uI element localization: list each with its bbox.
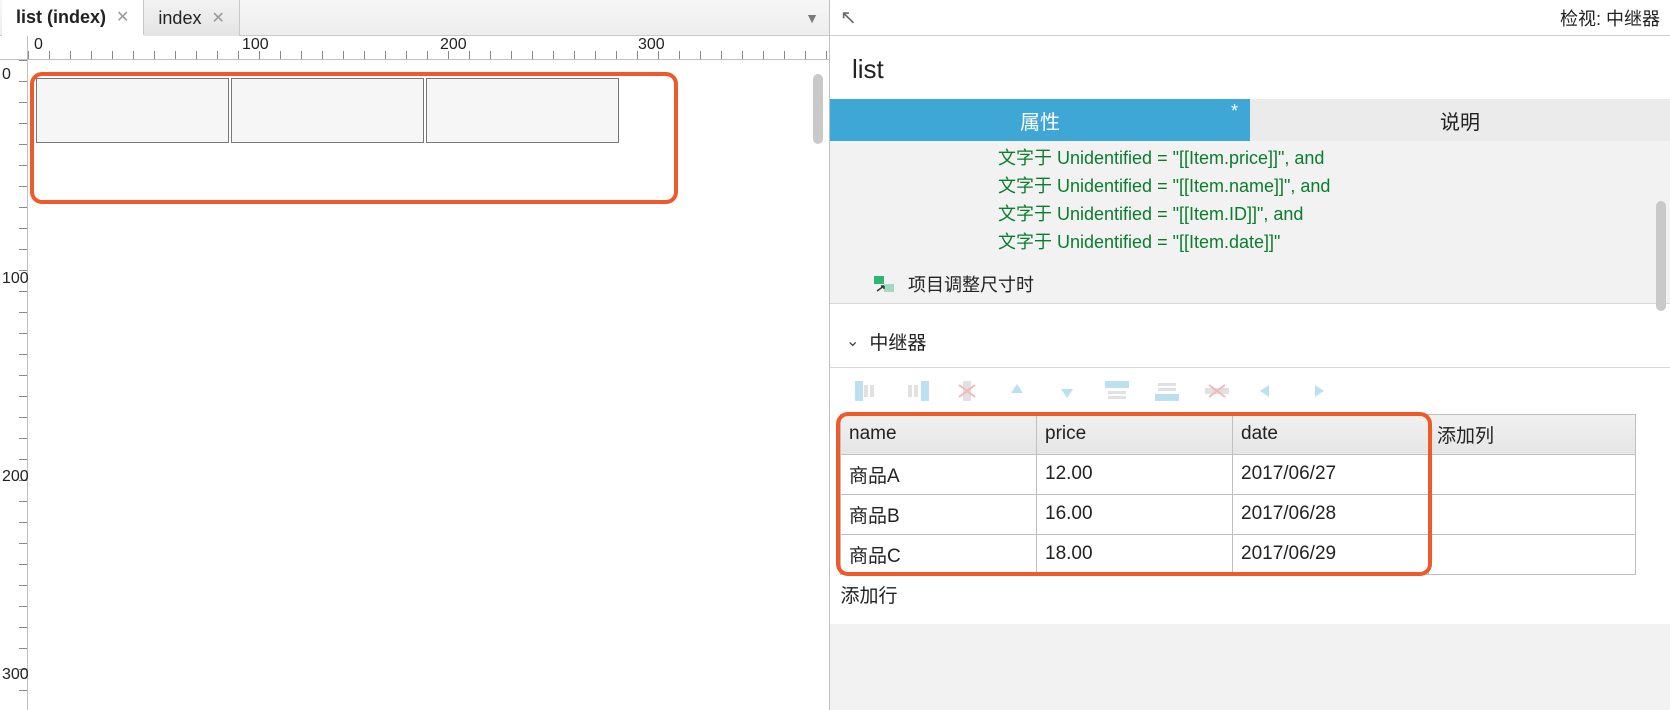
ruler-v-label: 300: [2, 666, 29, 684]
panel-tab-properties[interactable]: 属性 *: [830, 99, 1250, 141]
ruler-horizontal[interactable]: 0 100 200 300: [28, 36, 829, 60]
add-column-left-icon[interactable]: [854, 380, 880, 402]
add-row-label[interactable]: 添加行: [841, 574, 1636, 614]
add-column-right-icon[interactable]: [904, 380, 930, 402]
widget-name-row: list: [830, 36, 1670, 99]
repeater-cell[interactable]: [231, 78, 424, 143]
ruler-h-label: 200: [440, 36, 467, 54]
cell-empty[interactable]: [1429, 534, 1636, 574]
cell-name[interactable]: 商品B: [841, 494, 1037, 534]
canvas-content: 0 100 200 300 0 100 200 300: [0, 36, 829, 710]
move-down-icon[interactable]: [1054, 380, 1080, 402]
tab-list-index[interactable]: list (index) ✕: [2, 0, 144, 36]
cell-date[interactable]: 2017/06/27: [1233, 454, 1429, 494]
ruler-v-label: 0: [2, 66, 11, 84]
widget-name[interactable]: list: [852, 54, 1648, 85]
table-row[interactable]: 商品B 16.00 2017/06/28: [841, 494, 1636, 534]
inspector-panel-tabs: 属性 * 说明: [830, 99, 1670, 141]
interaction-event-label: 项目调整尺寸时: [908, 271, 1034, 297]
ruler-vertical[interactable]: 0 100 200 300: [0, 60, 28, 710]
ruler-v-label: 200: [2, 468, 29, 486]
canvas[interactable]: [28, 60, 829, 710]
move-up-icon[interactable]: [1004, 380, 1030, 402]
cell-empty[interactable]: [1429, 494, 1636, 534]
interaction-action-line[interactable]: 文字于 Unidentified = "[[Item.date]]": [998, 229, 1670, 257]
interaction-case-lines[interactable]: 文字于 Unidentified = "[[Item.price]]", and…: [830, 141, 1670, 265]
cell-empty[interactable]: [1429, 454, 1636, 494]
tab-index[interactable]: index ✕: [144, 0, 239, 36]
ruler-h-label: 300: [638, 36, 665, 54]
cell-date[interactable]: 2017/06/29: [1233, 534, 1429, 574]
section-header-repeater[interactable]: ⌄ 中继器: [830, 303, 1670, 368]
add-row-below-icon[interactable]: [1154, 380, 1180, 402]
section-title: 中继器: [869, 328, 926, 355]
scrollbar-vertical[interactable]: [1656, 201, 1666, 311]
column-header-date[interactable]: date: [1233, 414, 1429, 454]
tab-label: list (index): [16, 7, 106, 28]
add-column-header[interactable]: 添加列: [1429, 414, 1636, 454]
panel-tab-label: 说明: [1440, 106, 1480, 135]
document-tab-bar: list (index) ✕ index ✕ ▼: [0, 0, 829, 36]
undock-icon[interactable]: ↖: [840, 5, 857, 30]
ruler-h-label: 0: [34, 36, 43, 54]
ruler-corner: [0, 36, 28, 60]
inspector-panel-body: 文字于 Unidentified = "[[Item.price]]", and…: [830, 141, 1670, 710]
add-row[interactable]: 添加行: [841, 574, 1636, 614]
close-icon[interactable]: ✕: [211, 8, 224, 28]
interaction-action-line[interactable]: 文字于 Unidentified = "[[Item.price]]", and: [998, 145, 1670, 173]
tab-overflow-button[interactable]: ▼: [805, 0, 819, 36]
resize-event-icon: [874, 276, 894, 292]
repeater-data-table-wrap: name price date 添加列 商品A 12.00 2017/06/27: [830, 414, 1670, 614]
move-left-icon[interactable]: [1254, 380, 1280, 402]
repeater-data-table[interactable]: name price date 添加列 商品A 12.00 2017/06/27: [840, 414, 1636, 614]
inspector-header: ↖ 检视: 中继器: [830, 0, 1670, 36]
canvas-pane: list (index) ✕ index ✕ ▼ 0 100 200 300 0…: [0, 0, 830, 710]
tab-label: index: [158, 8, 201, 29]
column-header-price[interactable]: price: [1037, 414, 1233, 454]
repeater-cell[interactable]: [426, 78, 619, 143]
inspector-pane: ↖ 检视: 中继器 list 属性 * 说明 文字于 Unidentified …: [830, 0, 1670, 710]
cell-name[interactable]: 商品C: [841, 534, 1037, 574]
cell-date[interactable]: 2017/06/28: [1233, 494, 1429, 534]
scrollbar-vertical[interactable]: [813, 74, 823, 144]
cell-price[interactable]: 16.00: [1037, 494, 1233, 534]
cell-price[interactable]: 18.00: [1037, 534, 1233, 574]
repeater-toolbar: [830, 368, 1670, 414]
interaction-action-line[interactable]: 文字于 Unidentified = "[[Item.ID]]", and: [998, 201, 1670, 229]
chevron-down-icon: ⌄: [846, 331, 859, 351]
table-row[interactable]: 商品A 12.00 2017/06/27: [841, 454, 1636, 494]
close-icon[interactable]: ✕: [116, 7, 129, 27]
repeater-section-body: name price date 添加列 商品A 12.00 2017/06/27: [830, 368, 1670, 624]
move-right-icon[interactable]: [1304, 380, 1330, 402]
modified-indicator-icon: *: [1231, 101, 1238, 122]
panel-tab-label: 属性: [1020, 106, 1060, 135]
interaction-event-item-resize[interactable]: 项目调整尺寸时: [830, 265, 1670, 303]
column-header-name[interactable]: name: [841, 414, 1037, 454]
cell-price[interactable]: 12.00: [1037, 454, 1233, 494]
delete-column-icon[interactable]: [954, 380, 980, 402]
ruler-v-label: 100: [2, 270, 29, 288]
add-row-above-icon[interactable]: [1104, 380, 1130, 402]
ruler-h-label: 100: [242, 36, 269, 54]
repeater-cell[interactable]: [36, 78, 229, 143]
inspector-title: 检视: 中继器: [1560, 5, 1660, 31]
panel-tab-notes[interactable]: 说明: [1250, 99, 1670, 141]
cell-name[interactable]: 商品A: [841, 454, 1037, 494]
delete-row-icon[interactable]: [1204, 380, 1230, 402]
interaction-action-line[interactable]: 文字于 Unidentified = "[[Item.name]]", and: [998, 173, 1670, 201]
repeater-widget[interactable]: [36, 78, 621, 143]
table-row[interactable]: 商品C 18.00 2017/06/29: [841, 534, 1636, 574]
